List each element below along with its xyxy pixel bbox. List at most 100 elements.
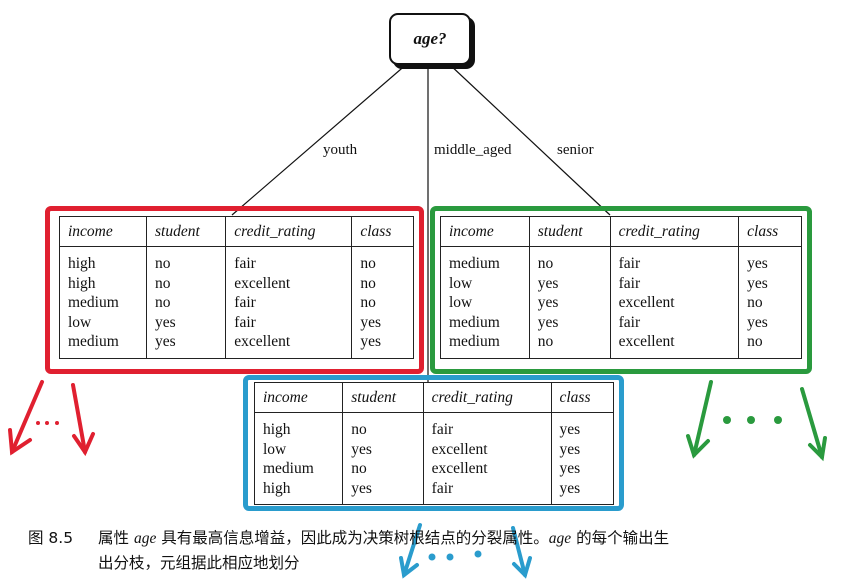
cell-income: low: [59, 312, 148, 332]
cell-student: no: [529, 246, 611, 274]
senior-partition-table: income student credit_rating class medium no…: [440, 216, 802, 359]
edge-youth: [231, 62, 409, 216]
cell-income: medium: [254, 459, 344, 479]
cell-credit-rating: fair: [610, 273, 740, 293]
table-row: high no fair yes: [254, 412, 614, 440]
cell-credit-rating: excellent: [225, 332, 353, 358]
middle-aged-partition-table: income student credit_rating class high no fa…: [254, 382, 614, 505]
cell-credit-rating: fair: [423, 412, 552, 440]
column-header-income: income: [440, 216, 530, 247]
caption-text: 具有最高信息增益，因此成为决策树根结点的分裂属性。: [156, 529, 549, 547]
red-arrows: [8, 380, 95, 457]
cell-income: medium: [440, 332, 530, 358]
cell-student: yes: [146, 332, 227, 358]
table-row: medium no excellent no: [440, 332, 802, 358]
column-header-student: student: [342, 382, 424, 413]
table-row: medium no fair no: [59, 293, 414, 313]
table-row: high yes fair yes: [254, 478, 614, 505]
caption-text: 属性: [98, 529, 134, 547]
root-node: age?: [389, 13, 471, 65]
branch-label-youth: youth: [321, 142, 360, 159]
cell-student: yes: [529, 293, 611, 313]
green-dots: [723, 416, 782, 424]
cell-credit-rating: fair: [225, 246, 353, 274]
table-row: medium no fair yes: [440, 246, 802, 274]
cell-student: yes: [342, 478, 424, 505]
cell-student: yes: [146, 312, 227, 332]
column-header-class: class: [551, 382, 614, 413]
cell-class: yes: [747, 255, 768, 272]
cell-income: medium: [59, 293, 148, 313]
column-header-class: class: [738, 216, 802, 247]
column-header-credit-rating: credit_rating: [423, 382, 552, 413]
table-row: medium no excellent yes: [254, 459, 614, 479]
table-row: medium yes fair yes: [440, 312, 802, 332]
caption-text: 的每个输出生: [571, 529, 670, 547]
cell-credit-rating: excellent: [610, 332, 740, 358]
cell-class: no: [360, 294, 376, 311]
column-header-student: student: [146, 216, 227, 247]
cell-student: yes: [342, 439, 424, 459]
cell-income: medium: [59, 332, 148, 358]
column-header-credit-rating: credit_rating: [225, 216, 353, 247]
cell-income: low: [254, 439, 344, 459]
caption-term: age: [133, 530, 157, 547]
cell-class: no: [747, 294, 763, 311]
cell-class: no: [360, 274, 376, 292]
cell-class: no: [747, 333, 763, 350]
cell-student: no: [342, 412, 424, 440]
cell-credit-rating: fair: [225, 312, 353, 332]
table-row: high no fair no: [59, 246, 414, 274]
cell-income: medium: [440, 312, 530, 332]
edge-senior: [447, 62, 611, 216]
branch-label-middle-aged: middle_aged: [432, 142, 514, 159]
table-row: low yes excellent yes: [254, 439, 614, 459]
table-row: medium yes excellent yes: [59, 332, 414, 358]
cell-income: low: [440, 293, 530, 313]
cell-credit-rating: excellent: [423, 459, 552, 479]
cell-class: yes: [360, 333, 382, 350]
cell-student: no: [146, 273, 227, 293]
figure-number: 图 8.5: [28, 529, 74, 547]
root-node-label: age?: [413, 29, 447, 48]
column-header-class: class: [351, 216, 414, 247]
cell-credit-rating: excellent: [225, 273, 353, 293]
table-header-row: income student credit_rating class: [440, 216, 802, 247]
cell-income: high: [59, 246, 148, 274]
cell-income: high: [59, 273, 148, 293]
cell-income: high: [254, 412, 344, 440]
cell-credit-rating: fair: [610, 246, 740, 274]
cell-student: yes: [529, 312, 611, 332]
cell-credit-rating: fair: [225, 293, 353, 313]
cell-credit-rating: excellent: [423, 439, 552, 459]
cell-student: yes: [529, 273, 611, 293]
cell-class: yes: [559, 421, 581, 438]
table-row: low yes fair yes: [440, 273, 802, 293]
green-arrows: [686, 380, 827, 462]
table-header-row: income student credit_rating class: [254, 382, 614, 413]
cell-income: high: [254, 478, 344, 505]
red-dots: [36, 421, 59, 425]
cell-credit-rating: excellent: [610, 293, 740, 313]
cell-income: medium: [440, 246, 530, 274]
table-header-row: income student credit_rating class: [59, 216, 414, 247]
cell-class: yes: [360, 313, 382, 331]
cell-class: yes: [747, 274, 768, 292]
column-header-income: income: [59, 216, 148, 247]
cell-student: no: [146, 246, 227, 274]
column-header-credit-rating: credit_rating: [610, 216, 740, 247]
figure-caption: 图 8.5 属性 age 具有最高信息增益，因此成为决策树根结点的分裂属性。age…: [28, 526, 669, 576]
youth-partition-table: income student credit_rating class high no fa…: [59, 216, 414, 359]
cell-student: no: [342, 459, 424, 479]
cell-class: yes: [559, 460, 581, 477]
cell-student: no: [529, 332, 611, 358]
cell-income: low: [440, 273, 530, 293]
cell-class: yes: [559, 440, 581, 458]
branch-label-senior: senior: [555, 142, 596, 159]
caption-term: age: [548, 530, 572, 547]
table-row: low yes excellent no: [440, 293, 802, 313]
caption-line-1: 图 8.5 属性 age 具有最高信息增益，因此成为决策树根结点的分裂属性。age…: [28, 526, 669, 551]
cell-credit-rating: fair: [423, 478, 552, 505]
cell-class: no: [360, 255, 376, 272]
cell-credit-rating: fair: [610, 312, 740, 332]
